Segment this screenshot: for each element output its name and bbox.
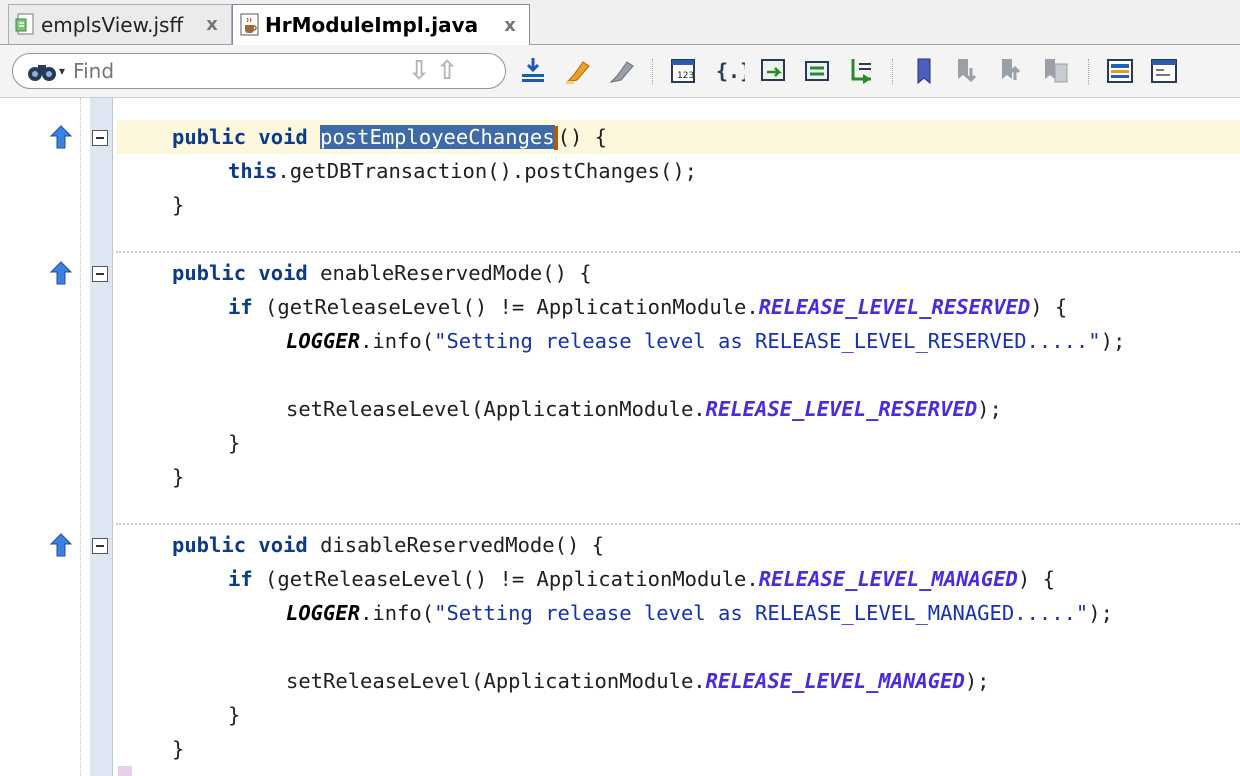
find-previous-icon[interactable]: ⇧ [433,56,461,86]
code-line: public void enableReservedMode() { [172,256,592,290]
override-methods-icon[interactable] [758,55,790,87]
keyword: this [228,159,278,183]
next-bookmark-icon[interactable] [996,55,1028,87]
override-marker-icon[interactable] [49,124,73,150]
code-text: ); [977,397,1002,421]
string-literal: "Setting release level as RELEASE_LEVEL_… [434,601,1089,625]
code-line: } [228,698,240,732]
tab-label: emplsView.jsff [41,12,184,37]
code-text: .getDBTransaction().postChanges(); [277,159,698,183]
find-next-icon[interactable]: ⇩ [405,56,433,86]
override-marker-icon[interactable] [49,260,73,286]
braces-icon[interactable]: {.} [714,55,746,87]
svg-text:{.}: {.} [716,59,745,83]
selected-method-name[interactable]: postEmployeeChanges [320,125,555,149]
override-marker-icon[interactable] [49,532,73,558]
jsff-file-icon [15,13,37,37]
collapse-icon[interactable] [92,266,108,282]
toggle-bookmark-icon[interactable] [908,55,940,87]
code-text: (getReleaseLevel() != ApplicationModule. [252,567,759,591]
fold-margin [90,98,113,776]
code-line: public void disableReservedMode() { [172,528,604,562]
code-text: enableReservedMode() { [320,261,592,285]
constant: RELEASE_LEVEL_MANAGED [758,567,1018,591]
code-text: ); [964,669,990,693]
code-text: ) { [1017,567,1055,591]
code-line: this.getDBTransaction().postChanges(); [228,154,697,188]
clear-highlight-icon[interactable] [606,55,638,87]
tab-hrmoduleimpl-java[interactable]: HrModuleImpl.java x [232,4,530,46]
collapse-icon[interactable] [92,538,108,554]
tab-label: HrModuleImpl.java [265,13,479,37]
code-text: ) { [1030,295,1068,319]
toolbar-separator [892,59,895,85]
code-line: } [172,460,184,494]
code-line: } [228,426,240,460]
java-file-icon [239,13,261,37]
code-text: .info( [360,601,435,625]
code-text: } [172,193,185,217]
svg-text:123: 123 [677,71,694,81]
method-separator [116,251,1240,253]
code-text: } [172,465,185,489]
code-line: LOGGER.info("Setting release level as RE… [286,324,1125,358]
code-line: setReleaseLevel(ApplicationModule.RELEAS… [286,664,990,698]
close-icon[interactable]: x [497,15,523,36]
binoculars-icon[interactable] [27,59,57,83]
code-text: ); [1100,329,1126,353]
keyword: public void [172,261,321,285]
gutter-divider [80,98,81,776]
logger-field: LOGGER [286,601,361,625]
editor-toolbar: ▾ ⇩ ⇧ 123 {.} [0,45,1240,98]
previous-bookmark-icon[interactable] [952,55,984,87]
editor-tab-strip: emplsView.jsff x HrModuleImpl.java x [0,0,1240,46]
find-input[interactable] [71,58,406,84]
code-text: disableReservedMode() { [320,533,604,557]
code-line: if (getReleaseLevel() != ApplicationModu… [228,290,1067,324]
code-template-icon[interactable] [1148,55,1180,87]
toolbar-separator [1088,59,1091,85]
code-text: } [172,737,185,761]
code-text: } [228,431,241,455]
keyword: public void [172,533,321,557]
keyword: if [228,295,253,319]
string-literal: "Setting release level as RELEASE_LEVEL_… [434,329,1101,353]
code-text: } [228,703,241,727]
close-icon[interactable]: x [199,14,225,35]
code-line: setReleaseLevel(ApplicationModule.RELEAS… [286,392,1002,426]
bookmarks-list-icon[interactable] [1040,55,1072,87]
code-line: public void postEmployeeChanges() { [172,120,607,154]
import-icon[interactable] [518,55,550,87]
find-box: ▾ ⇩ ⇧ [12,53,506,89]
code-text: () { [557,125,607,149]
code-text: setReleaseLevel(ApplicationModule. [286,669,706,693]
code-text: ); [1088,601,1113,625]
generate-accessors-icon[interactable] [802,55,834,87]
code-line: if (getReleaseLevel() != ApplicationModu… [228,562,1055,596]
collapse-icon[interactable] [92,130,108,146]
code-line: } [172,188,184,222]
toggle-block-icon[interactable] [1104,55,1136,87]
code-line: } [172,732,184,766]
code-text: .info( [360,329,435,353]
tab-emplsview-jsff[interactable]: emplsView.jsff x [8,4,232,44]
code-text: setReleaseLevel(ApplicationModule. [286,397,706,421]
method-separator [116,523,1240,525]
toolbar-separator [652,59,655,85]
chevron-down-icon[interactable]: ▾ [59,64,65,78]
highlight-icon[interactable] [562,55,594,87]
code-editor[interactable]: public void postEmployeeChanges() { this… [0,98,1240,776]
constant: RELEASE_LEVEL_MANAGED [705,669,965,693]
change-marker [118,766,132,776]
implement-interface-icon[interactable] [846,55,878,87]
surround-with-icon[interactable]: 123 [668,55,700,87]
code-text: (getReleaseLevel() != ApplicationModule. [252,295,759,319]
keyword: public void [172,125,321,149]
constant: RELEASE_LEVEL_RESERVED [758,295,1031,319]
code-line: LOGGER.info("Setting release level as RE… [286,596,1113,630]
logger-field: LOGGER [286,329,361,353]
constant: RELEASE_LEVEL_RESERVED [705,397,978,421]
keyword: if [228,567,253,591]
